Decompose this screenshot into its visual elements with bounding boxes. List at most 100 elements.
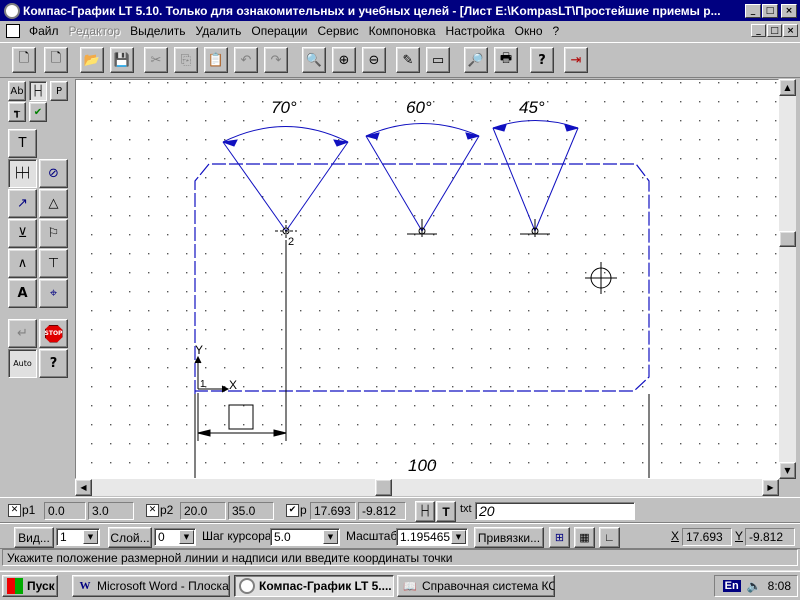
menu-settings[interactable]: Настройка xyxy=(441,24,510,38)
start-button[interactable]: Пуск xyxy=(2,575,58,597)
language-indicator[interactable]: En xyxy=(722,580,741,592)
menu-layout[interactable]: Компоновка xyxy=(364,24,441,38)
cut-button[interactable]: ✂ xyxy=(144,47,168,73)
tab-dimensions[interactable]: ├┤ xyxy=(29,81,47,101)
context-help-button[interactable]: ? xyxy=(530,47,554,73)
grid-toggle-button[interactable]: ▦ xyxy=(574,527,595,548)
task-kompas[interactable]: Компас-График LT 5.... xyxy=(234,575,394,597)
scale-combo[interactable]: 1.195465 ▼ xyxy=(396,528,468,546)
txt-field[interactable]: 20 xyxy=(475,502,635,520)
zoom-in-button[interactable]: ⊕ xyxy=(332,47,356,73)
print-button[interactable]: 🖶 xyxy=(494,47,518,73)
menu-help[interactable]: ? xyxy=(548,24,565,38)
chevron-down-icon[interactable]: ▼ xyxy=(179,530,194,544)
task-help-system[interactable]: 📖 Справочная система КО... xyxy=(397,575,555,597)
angular-dimension-icon: △ xyxy=(48,196,59,211)
chevron-down-icon[interactable]: ▼ xyxy=(451,530,466,544)
undo-button[interactable]: ↶ xyxy=(234,47,258,73)
new-fragment-button[interactable]: 🗋 xyxy=(44,47,68,73)
center-mark-button[interactable]: ⌖ xyxy=(39,279,68,308)
menu-file[interactable]: Файл xyxy=(24,24,64,38)
diameter-dimension-button[interactable]: ⊘ xyxy=(39,159,68,188)
menu-service[interactable]: Сервис xyxy=(313,24,364,38)
tab-measure-tools[interactable]: ✔ xyxy=(29,102,47,122)
grid-snap-button[interactable]: ⊞ xyxy=(549,527,570,548)
roughness-button[interactable]: ⊻ xyxy=(8,219,37,248)
base-mark-button[interactable]: ⚐ xyxy=(39,219,68,248)
maximize-button[interactable]: □ xyxy=(762,3,778,18)
doc-close-button[interactable]: × xyxy=(783,24,798,37)
redraw-button[interactable]: ✎ xyxy=(396,47,420,73)
document-icon[interactable] xyxy=(6,24,20,38)
menu-operations[interactable]: Операции xyxy=(246,24,312,38)
dimension-text-button[interactable]: T xyxy=(436,501,456,522)
step-combo[interactable]: 5.0 ▼ xyxy=(270,528,340,546)
chevron-down-icon[interactable]: ▼ xyxy=(83,530,98,544)
leader-line-button[interactable]: ∧ xyxy=(8,249,37,278)
snaps-button[interactable]: Привязки... xyxy=(474,527,544,548)
text-tool-button[interactable]: T xyxy=(8,129,37,158)
close-button[interactable]: × xyxy=(781,3,797,18)
layer-button[interactable]: Слой... xyxy=(108,527,152,548)
horizontal-scroll-thumb[interactable] xyxy=(375,479,392,496)
dimension-line-type-button[interactable]: ├┤ xyxy=(415,501,435,522)
ortho-button[interactable]: ∟ xyxy=(599,527,620,548)
minimize-button[interactable]: _ xyxy=(745,3,761,18)
layer-combo[interactable]: 0 ▼ xyxy=(154,528,196,546)
chevron-down-icon[interactable]: ▼ xyxy=(323,530,338,544)
p1-x-field[interactable]: 0.0 xyxy=(44,502,86,520)
zoom-out-button[interactable]: ⊖ xyxy=(362,47,386,73)
vertical-scroll-thumb[interactable] xyxy=(779,231,796,247)
p2-x-field[interactable]: 20.0 xyxy=(180,502,226,520)
scroll-down-button[interactable]: ▼ xyxy=(779,462,796,479)
vertical-scrollbar[interactable]: ▲ ▼ xyxy=(779,79,796,479)
tool-help-button[interactable]: ? xyxy=(39,349,68,378)
drawing-area[interactable]: 70° 60° 45° 100 Y X 1 2 xyxy=(75,79,779,479)
p-y-field[interactable]: -9.812 xyxy=(358,502,406,520)
redo-button[interactable]: ↷ xyxy=(264,47,288,73)
doc-minimize-button[interactable]: _ xyxy=(751,24,766,37)
menu-editor[interactable]: Редактор xyxy=(64,24,126,38)
p1-lock-icon[interactable]: ✕ xyxy=(8,503,21,517)
p2-y-field[interactable]: 35.0 xyxy=(228,502,274,520)
scroll-right-button[interactable]: ▶ xyxy=(762,479,779,496)
p-check-icon[interactable]: ✔ xyxy=(286,503,299,517)
speaker-icon[interactable]: 🔈 xyxy=(747,579,762,593)
menu-window[interactable]: Окно xyxy=(510,24,548,38)
menu-delete[interactable]: Удалить xyxy=(191,24,247,38)
tolerance-button[interactable]: ⊤ xyxy=(39,249,68,278)
p1-y-field[interactable]: 3.0 xyxy=(88,502,134,520)
view-arrow-button[interactable]: A xyxy=(8,279,37,308)
scroll-left-button[interactable]: ◀ xyxy=(75,479,92,496)
stop-button[interactable]: STOP xyxy=(39,319,68,348)
task-word[interactable]: W Microsoft Word - Плоская... xyxy=(72,575,230,597)
print-preview-button[interactable]: 🔎 xyxy=(464,47,488,73)
radial-dimension-button[interactable]: ↗ xyxy=(8,189,37,218)
clock[interactable]: 8:08 xyxy=(768,579,791,593)
horizontal-scrollbar[interactable]: ◀ ▶ xyxy=(75,479,779,496)
angular-dimension-button[interactable]: △ xyxy=(39,189,68,218)
tab-text-tools[interactable]: Аb xyxy=(8,81,26,101)
zoom-window-button[interactable]: 🔍 xyxy=(302,47,326,73)
copy-button[interactable]: ⎘ xyxy=(174,47,198,73)
open-button[interactable]: 📂 xyxy=(80,47,104,73)
auto-create-button[interactable]: Auto xyxy=(8,349,37,378)
show-all-button[interactable]: ▭ xyxy=(426,47,450,73)
p-x-field[interactable]: 17.693 xyxy=(310,502,356,520)
drawing-canvas[interactable]: 70° 60° 45° 100 Y X 1 2 xyxy=(76,80,778,478)
tab-params[interactable]: P xyxy=(50,81,68,101)
view-button[interactable]: Вид... xyxy=(14,527,54,548)
paste-button[interactable]: 📋 xyxy=(204,47,228,73)
view-combo[interactable]: 1 ▼ xyxy=(56,528,100,546)
app-icon[interactable] xyxy=(4,2,20,19)
doc-restore-button[interactable]: □ xyxy=(767,24,782,37)
linear-dimension-button[interactable]: ├┼┤ xyxy=(8,159,37,188)
new-sheet-button[interactable]: 🗋 xyxy=(12,47,36,73)
tab-edit-tools[interactable]: ┱ xyxy=(8,102,26,122)
menu-select[interactable]: Выделить xyxy=(125,24,190,38)
scroll-up-button[interactable]: ▲ xyxy=(779,79,796,96)
enter-button[interactable]: ↵ xyxy=(8,319,37,348)
save-button[interactable]: 💾 xyxy=(110,47,134,73)
exit-button[interactable]: ⇥ xyxy=(564,47,588,73)
p2-lock-icon[interactable]: ✕ xyxy=(146,503,159,517)
